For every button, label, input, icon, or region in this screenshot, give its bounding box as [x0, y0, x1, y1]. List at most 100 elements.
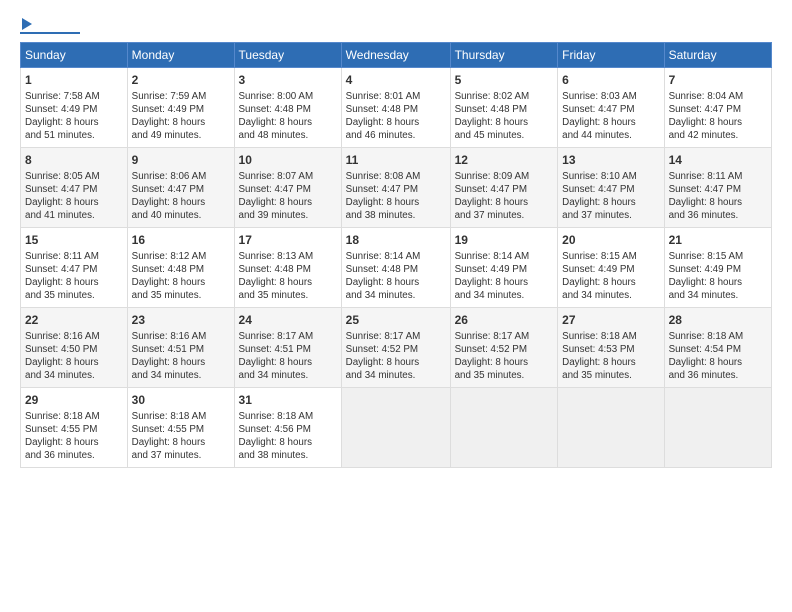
- day-number: 11: [346, 152, 446, 169]
- calendar-cell-13: 13Sunrise: 8:10 AMSunset: 4:47 PMDayligh…: [558, 148, 664, 228]
- calendar-empty-cell: [558, 388, 664, 468]
- day-info: Sunrise: 8:16 AMSunset: 4:50 PMDaylight:…: [25, 330, 123, 383]
- day-info: Sunrise: 8:18 AMSunset: 4:55 PMDaylight:…: [132, 410, 230, 463]
- day-number: 10: [239, 152, 337, 169]
- calendar-cell-4: 4Sunrise: 8:01 AMSunset: 4:48 PMDaylight…: [341, 68, 450, 148]
- day-number: 2: [132, 72, 230, 89]
- calendar-empty-cell: [664, 388, 771, 468]
- calendar-cell-25: 25Sunrise: 8:17 AMSunset: 4:52 PMDayligh…: [341, 308, 450, 388]
- day-number: 13: [562, 152, 659, 169]
- day-number: 17: [239, 232, 337, 249]
- day-info: Sunrise: 8:08 AMSunset: 4:47 PMDaylight:…: [346, 170, 446, 223]
- day-info: Sunrise: 8:13 AMSunset: 4:48 PMDaylight:…: [239, 250, 337, 303]
- day-info: Sunrise: 8:15 AMSunset: 4:49 PMDaylight:…: [669, 250, 767, 303]
- day-info: Sunrise: 8:11 AMSunset: 4:47 PMDaylight:…: [669, 170, 767, 223]
- day-number: 15: [25, 232, 123, 249]
- day-info: Sunrise: 8:01 AMSunset: 4:48 PMDaylight:…: [346, 90, 446, 143]
- day-info: Sunrise: 8:05 AMSunset: 4:47 PMDaylight:…: [25, 170, 123, 223]
- day-info: Sunrise: 8:07 AMSunset: 4:47 PMDaylight:…: [239, 170, 337, 223]
- calendar-cell-9: 9Sunrise: 8:06 AMSunset: 4:47 PMDaylight…: [127, 148, 234, 228]
- calendar-cell-26: 26Sunrise: 8:17 AMSunset: 4:52 PMDayligh…: [450, 308, 558, 388]
- calendar-cell-23: 23Sunrise: 8:16 AMSunset: 4:51 PMDayligh…: [127, 308, 234, 388]
- calendar-empty-cell: [450, 388, 558, 468]
- calendar-header-row: SundayMondayTuesdayWednesdayThursdayFrid…: [21, 43, 772, 68]
- calendar-cell-2: 2Sunrise: 7:59 AMSunset: 4:49 PMDaylight…: [127, 68, 234, 148]
- calendar-header-tuesday: Tuesday: [234, 43, 341, 68]
- calendar-header-saturday: Saturday: [664, 43, 771, 68]
- day-info: Sunrise: 8:17 AMSunset: 4:52 PMDaylight:…: [455, 330, 554, 383]
- day-info: Sunrise: 8:06 AMSunset: 4:47 PMDaylight:…: [132, 170, 230, 223]
- day-info: Sunrise: 8:14 AMSunset: 4:49 PMDaylight:…: [455, 250, 554, 303]
- day-info: Sunrise: 8:17 AMSunset: 4:52 PMDaylight:…: [346, 330, 446, 383]
- day-info: Sunrise: 8:14 AMSunset: 4:48 PMDaylight:…: [346, 250, 446, 303]
- day-number: 8: [25, 152, 123, 169]
- day-info: Sunrise: 8:02 AMSunset: 4:48 PMDaylight:…: [455, 90, 554, 143]
- calendar-header-thursday: Thursday: [450, 43, 558, 68]
- day-number: 30: [132, 392, 230, 409]
- day-info: Sunrise: 8:04 AMSunset: 4:47 PMDaylight:…: [669, 90, 767, 143]
- day-number: 24: [239, 312, 337, 329]
- day-number: 26: [455, 312, 554, 329]
- day-info: Sunrise: 8:18 AMSunset: 4:56 PMDaylight:…: [239, 410, 337, 463]
- header: [20, 16, 772, 34]
- day-number: 16: [132, 232, 230, 249]
- calendar-row-1: 1Sunrise: 7:58 AMSunset: 4:49 PMDaylight…: [21, 68, 772, 148]
- calendar-header-friday: Friday: [558, 43, 664, 68]
- calendar-row-3: 15Sunrise: 8:11 AMSunset: 4:47 PMDayligh…: [21, 228, 772, 308]
- day-info: Sunrise: 8:10 AMSunset: 4:47 PMDaylight:…: [562, 170, 659, 223]
- logo: [20, 16, 80, 34]
- day-info: Sunrise: 8:09 AMSunset: 4:47 PMDaylight:…: [455, 170, 554, 223]
- day-info: Sunrise: 8:18 AMSunset: 4:54 PMDaylight:…: [669, 330, 767, 383]
- day-info: Sunrise: 8:11 AMSunset: 4:47 PMDaylight:…: [25, 250, 123, 303]
- day-number: 31: [239, 392, 337, 409]
- day-number: 9: [132, 152, 230, 169]
- day-info: Sunrise: 8:18 AMSunset: 4:55 PMDaylight:…: [25, 410, 123, 463]
- calendar-cell-29: 29Sunrise: 8:18 AMSunset: 4:55 PMDayligh…: [21, 388, 128, 468]
- calendar-cell-3: 3Sunrise: 8:00 AMSunset: 4:48 PMDaylight…: [234, 68, 341, 148]
- calendar-cell-30: 30Sunrise: 8:18 AMSunset: 4:55 PMDayligh…: [127, 388, 234, 468]
- calendar-row-5: 29Sunrise: 8:18 AMSunset: 4:55 PMDayligh…: [21, 388, 772, 468]
- day-number: 19: [455, 232, 554, 249]
- calendar-header-monday: Monday: [127, 43, 234, 68]
- day-number: 27: [562, 312, 659, 329]
- calendar-cell-6: 6Sunrise: 8:03 AMSunset: 4:47 PMDaylight…: [558, 68, 664, 148]
- calendar-empty-cell: [341, 388, 450, 468]
- day-number: 28: [669, 312, 767, 329]
- day-number: 4: [346, 72, 446, 89]
- calendar-cell-5: 5Sunrise: 8:02 AMSunset: 4:48 PMDaylight…: [450, 68, 558, 148]
- calendar-cell-21: 21Sunrise: 8:15 AMSunset: 4:49 PMDayligh…: [664, 228, 771, 308]
- day-number: 1: [25, 72, 123, 89]
- calendar-cell-28: 28Sunrise: 8:18 AMSunset: 4:54 PMDayligh…: [664, 308, 771, 388]
- calendar-cell-18: 18Sunrise: 8:14 AMSunset: 4:48 PMDayligh…: [341, 228, 450, 308]
- calendar-header-sunday: Sunday: [21, 43, 128, 68]
- calendar-cell-19: 19Sunrise: 8:14 AMSunset: 4:49 PMDayligh…: [450, 228, 558, 308]
- day-info: Sunrise: 8:17 AMSunset: 4:51 PMDaylight:…: [239, 330, 337, 383]
- calendar-row-2: 8Sunrise: 8:05 AMSunset: 4:47 PMDaylight…: [21, 148, 772, 228]
- calendar-cell-24: 24Sunrise: 8:17 AMSunset: 4:51 PMDayligh…: [234, 308, 341, 388]
- day-number: 5: [455, 72, 554, 89]
- calendar-cell-10: 10Sunrise: 8:07 AMSunset: 4:47 PMDayligh…: [234, 148, 341, 228]
- day-number: 20: [562, 232, 659, 249]
- calendar-cell-15: 15Sunrise: 8:11 AMSunset: 4:47 PMDayligh…: [21, 228, 128, 308]
- day-info: Sunrise: 8:15 AMSunset: 4:49 PMDaylight:…: [562, 250, 659, 303]
- logo-underline: [20, 32, 80, 34]
- day-number: 25: [346, 312, 446, 329]
- calendar-table: SundayMondayTuesdayWednesdayThursdayFrid…: [20, 42, 772, 468]
- day-number: 3: [239, 72, 337, 89]
- calendar-cell-20: 20Sunrise: 8:15 AMSunset: 4:49 PMDayligh…: [558, 228, 664, 308]
- day-info: Sunrise: 7:59 AMSunset: 4:49 PMDaylight:…: [132, 90, 230, 143]
- page: SundayMondayTuesdayWednesdayThursdayFrid…: [0, 0, 792, 612]
- calendar-row-4: 22Sunrise: 8:16 AMSunset: 4:50 PMDayligh…: [21, 308, 772, 388]
- day-number: 18: [346, 232, 446, 249]
- day-number: 14: [669, 152, 767, 169]
- calendar-header-wednesday: Wednesday: [341, 43, 450, 68]
- day-info: Sunrise: 8:16 AMSunset: 4:51 PMDaylight:…: [132, 330, 230, 383]
- day-info: Sunrise: 8:03 AMSunset: 4:47 PMDaylight:…: [562, 90, 659, 143]
- day-number: 29: [25, 392, 123, 409]
- day-info: Sunrise: 7:58 AMSunset: 4:49 PMDaylight:…: [25, 90, 123, 143]
- calendar-cell-31: 31Sunrise: 8:18 AMSunset: 4:56 PMDayligh…: [234, 388, 341, 468]
- day-number: 22: [25, 312, 123, 329]
- day-number: 6: [562, 72, 659, 89]
- calendar-cell-27: 27Sunrise: 8:18 AMSunset: 4:53 PMDayligh…: [558, 308, 664, 388]
- calendar-cell-8: 8Sunrise: 8:05 AMSunset: 4:47 PMDaylight…: [21, 148, 128, 228]
